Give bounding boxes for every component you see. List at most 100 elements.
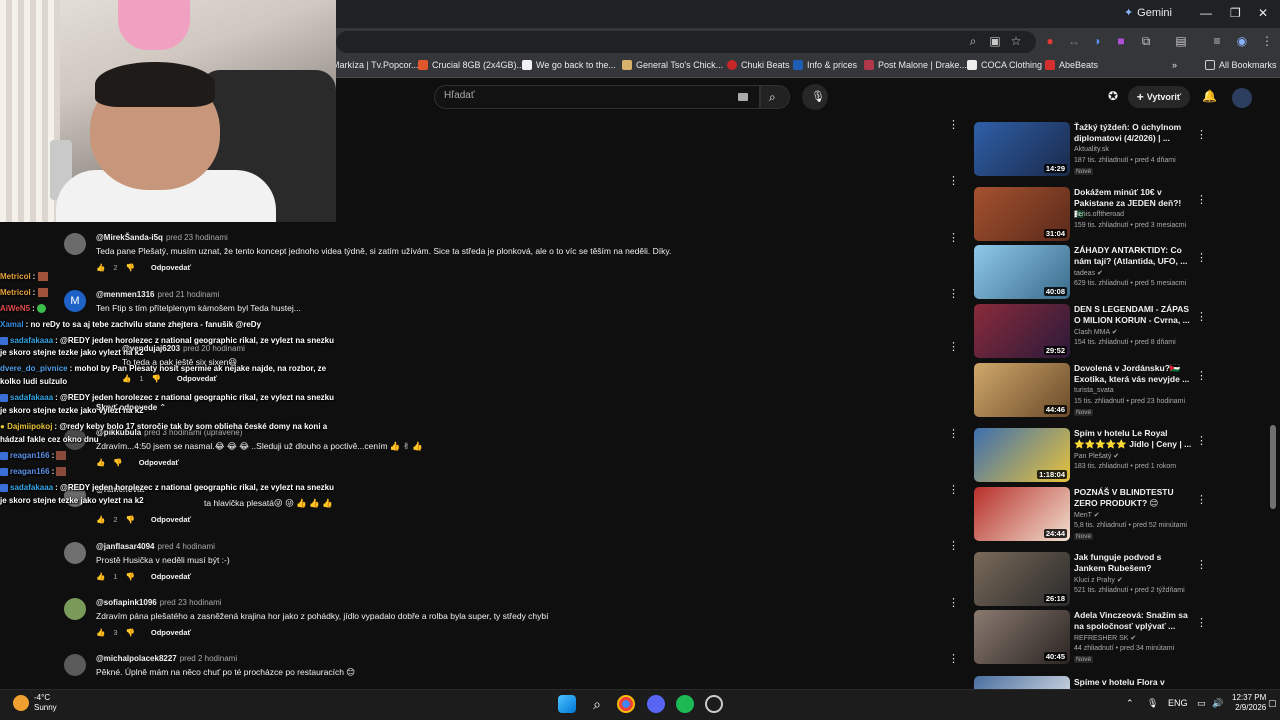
account-avatar[interactable]	[1232, 88, 1252, 108]
sidebar-video[interactable]: 1:18:04 Spím v hotelu Le Royal ⭐⭐⭐⭐⭐ Jíd…	[974, 428, 1207, 486]
reply-button[interactable]: Odpovedať	[151, 628, 191, 637]
bookmark-3[interactable]: General Tso's Chick...	[622, 60, 723, 70]
like-icon[interactable]: 👍	[96, 458, 105, 467]
create-button[interactable]: + Vytvoriť	[1128, 86, 1190, 108]
comment-author[interactable]: @MirekŠanda-i5q	[96, 233, 163, 242]
tray-overflow-icon[interactable]: ⌃	[1126, 698, 1134, 709]
media-controls-icon[interactable]: ≡	[1210, 34, 1224, 48]
weather-widget[interactable]: -4°C Sunny	[34, 693, 57, 713]
comment-author[interactable]: @janflasar4094	[96, 542, 155, 551]
bookmarks-overflow-icon[interactable]: »	[1172, 60, 1177, 70]
comment-menu-icon[interactable]: ⋮	[948, 287, 959, 300]
video-title[interactable]: POZNÁŠ V BLINDTESTU ZERO PRODUKT? 😊	[1074, 487, 1192, 509]
comment-avatar[interactable]	[64, 654, 86, 676]
video-title[interactable]: ZÁHADY ANTARKTIDY: Co nám tají? (Atlanti…	[1074, 245, 1192, 267]
bookmark-4[interactable]: Chuki Beats	[727, 60, 790, 70]
voice-search-button[interactable]: 🎙	[802, 84, 828, 110]
video-thumbnail[interactable]	[974, 676, 1070, 689]
restore-icon[interactable]: ❐	[1230, 6, 1241, 20]
video-title[interactable]: Spím v hotelu Le Royal ⭐⭐⭐⭐⭐ Jídlo | Cen…	[1074, 428, 1192, 450]
like-icon[interactable]: 👍	[96, 628, 105, 637]
search-button[interactable]: ⌕	[760, 85, 790, 109]
sidebar-video[interactable]: 40:45 Adela Vinczeová: Snažím sa na spol…	[974, 610, 1207, 668]
video-menu-icon[interactable]: ⋮	[1196, 493, 1207, 506]
page-scrollbar[interactable]	[1270, 425, 1276, 509]
sidebar-video[interactable]: 31:04 Dokážem minúť 10€ v Pakistane za J…	[974, 187, 1207, 245]
dislike-icon[interactable]: 👎	[126, 263, 135, 272]
dislike-icon[interactable]: 👎	[152, 374, 161, 383]
comment-menu-icon[interactable]: ⋮	[948, 483, 959, 496]
bookmark-7[interactable]: COCA Clothing	[967, 60, 1042, 70]
bookmark-5[interactable]: Info & prices	[793, 60, 857, 70]
reply-button[interactable]: Odpovedať	[151, 572, 191, 581]
keyboard-icon[interactable]	[738, 93, 748, 101]
tray-mic-icon[interactable]: 🎙	[1147, 698, 1158, 709]
taskbar-search-icon[interactable]: ⌕	[588, 695, 606, 713]
sidebar-video[interactable]: 40:08 ZÁHADY ANTARKTIDY: Co nám tají? (A…	[974, 245, 1207, 303]
bookmark-star-icon[interactable]: ☆	[1009, 34, 1023, 48]
chrome-icon[interactable]	[617, 695, 635, 713]
sun-icon[interactable]	[13, 695, 29, 711]
address-bar[interactable]	[336, 31, 1036, 53]
video-menu-icon[interactable]: ⋮	[1196, 310, 1207, 323]
extension-arrows-icon[interactable]: ↔	[1067, 34, 1081, 48]
video-thumbnail[interactable]: 44:46	[974, 363, 1070, 417]
comment-menu-icon[interactable]: ⋮	[948, 174, 959, 187]
comment-menu-icon[interactable]: ⋮	[948, 231, 959, 244]
sidebar-video[interactable]: 14:29 Ťažký týždeň: O úchylnom diplomato…	[974, 122, 1207, 180]
notifications-bell-icon[interactable]: 🔔	[1202, 89, 1217, 103]
dislike-icon[interactable]: 👎	[126, 572, 135, 581]
start-icon[interactable]	[558, 695, 576, 713]
like-icon[interactable]: 👍	[96, 572, 105, 581]
tab-search-icon[interactable]: ▤	[1174, 34, 1188, 48]
video-thumbnail[interactable]: 31:04	[974, 187, 1070, 241]
app-icon[interactable]	[705, 695, 723, 713]
comment-avatar[interactable]	[64, 598, 86, 620]
dislike-icon[interactable]: 👎	[126, 515, 135, 524]
like-icon[interactable]: 👍	[122, 374, 131, 383]
video-menu-icon[interactable]: ⋮	[1196, 558, 1207, 571]
video-thumbnail[interactable]: 24:44	[974, 487, 1070, 541]
sidebar-video[interactable]: Spíme v hotelu Flora v	[974, 676, 1204, 689]
close-icon[interactable]: ✕	[1258, 6, 1268, 20]
video-menu-icon[interactable]: ⋮	[1196, 128, 1207, 141]
video-menu-icon[interactable]: ⋮	[1196, 251, 1207, 264]
reply-button[interactable]: Odpovedať	[139, 458, 179, 467]
video-title[interactable]: Spíme v hotelu Flora v	[1074, 677, 1192, 688]
comment-avatar[interactable]	[64, 542, 86, 564]
bookmark-0[interactable]: Markíza | Tv.Popcor...	[332, 60, 419, 70]
sidebar-video[interactable]: 24:44 POZNÁŠ V BLINDTESTU ZERO PRODUKT? …	[974, 487, 1207, 545]
discord-icon[interactable]	[647, 695, 665, 713]
extension-opera-icon[interactable]: ●	[1043, 34, 1057, 48]
comment-author[interactable]: @menmen1316	[96, 290, 155, 299]
gemini-button[interactable]: ✦ Gemini	[1124, 6, 1172, 20]
language-indicator[interactable]: ENG	[1168, 698, 1188, 708]
video-thumbnail[interactable]: 40:08	[974, 245, 1070, 299]
all-bookmarks-button[interactable]: All Bookmarks	[1205, 60, 1277, 70]
sidebar-video[interactable]: 26:18 Jak funguje podvod s Jankem Rubeše…	[974, 552, 1207, 610]
video-title[interactable]: Dovolená v Jordánsku?🇯🇴 Exotika, která v…	[1074, 363, 1192, 385]
video-menu-icon[interactable]: ⋮	[1196, 193, 1207, 206]
bookmark-2[interactable]: We go back to the...	[522, 60, 616, 70]
comment-menu-icon[interactable]: ⋮	[948, 427, 959, 440]
video-thumbnail[interactable]: 1:18:04	[974, 428, 1070, 482]
profile-icon[interactable]: ◉	[1235, 34, 1249, 48]
bookmark-6[interactable]: Post Malone | Drake...	[864, 60, 967, 70]
comment-author[interactable]: @sofiapink1096	[96, 598, 157, 607]
video-title[interactable]: DEN S LEGENDAMI - ZÁPAS O MILION KORUN -…	[1074, 304, 1192, 326]
search-input[interactable]	[434, 85, 760, 109]
video-menu-icon[interactable]: ⋮	[1196, 616, 1207, 629]
video-thumbnail[interactable]: 40:45	[974, 610, 1070, 664]
like-icon[interactable]: 👍	[96, 263, 105, 272]
sidebar-video[interactable]: 29:52 DEN S LEGENDAMI - ZÁPAS O MILION K…	[974, 304, 1207, 362]
video-thumbnail[interactable]: 26:18	[974, 552, 1070, 606]
reply-button[interactable]: Odpovedať	[151, 515, 191, 524]
comment-menu-icon[interactable]: ⋮	[948, 340, 959, 353]
install-icon[interactable]: ▣	[988, 34, 1002, 48]
dislike-icon[interactable]: 👎	[126, 628, 135, 637]
reply-button[interactable]: Odpovedať	[151, 263, 191, 272]
comment-avatar[interactable]: M	[64, 290, 86, 312]
comment-menu-icon[interactable]: ⋮	[948, 596, 959, 609]
comment-menu-icon[interactable]: ⋮	[948, 539, 959, 552]
video-menu-icon[interactable]: ⋮	[1196, 434, 1207, 447]
